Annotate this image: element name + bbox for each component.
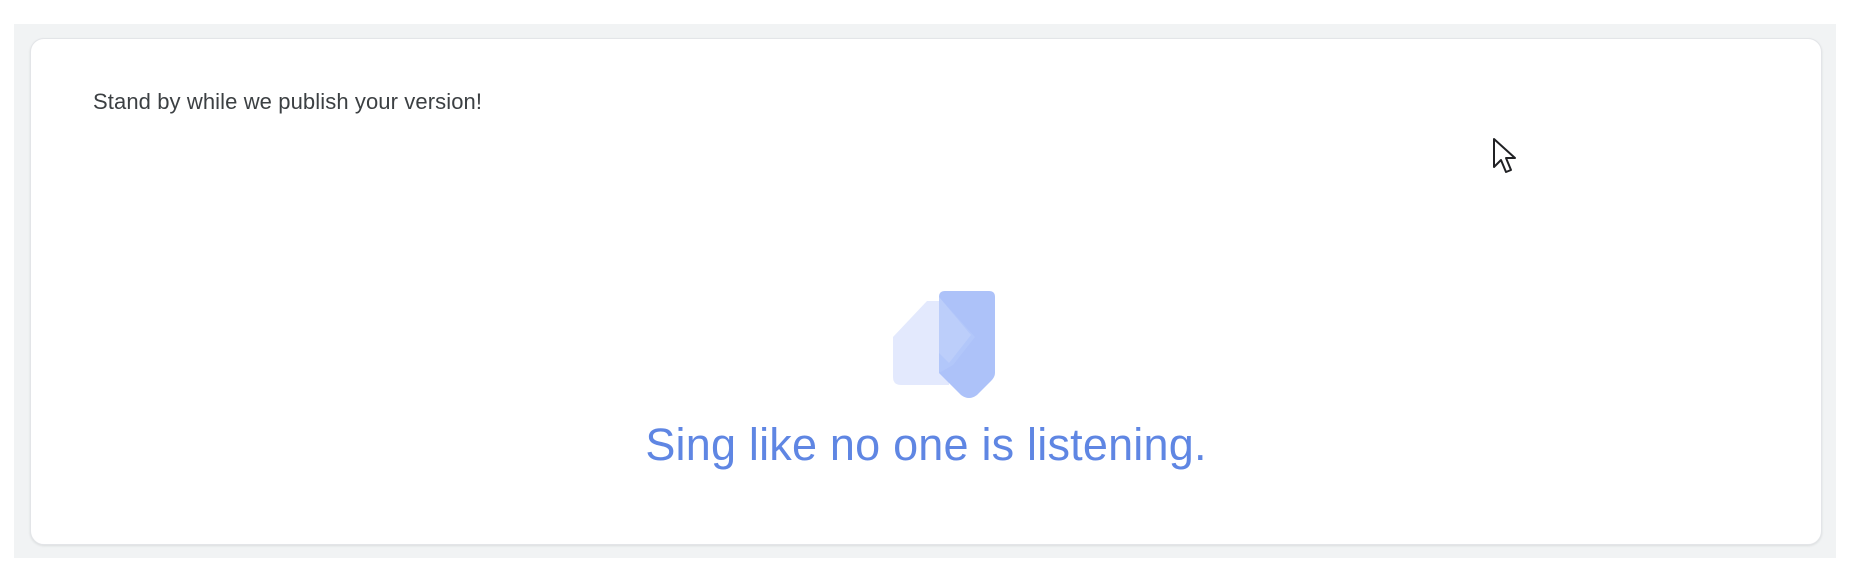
mouse-pointer-icon [1493,138,1516,173]
publish-overlay: Stand by while we publish your version! … [14,24,1836,558]
publish-status-message: Stand by while we publish your version! [93,89,483,114]
tagline-text: Sing like no one is listening. [645,419,1207,470]
publish-loading-logo-icon [893,291,995,398]
publish-status-card: Stand by while we publish your version! … [30,38,1822,545]
